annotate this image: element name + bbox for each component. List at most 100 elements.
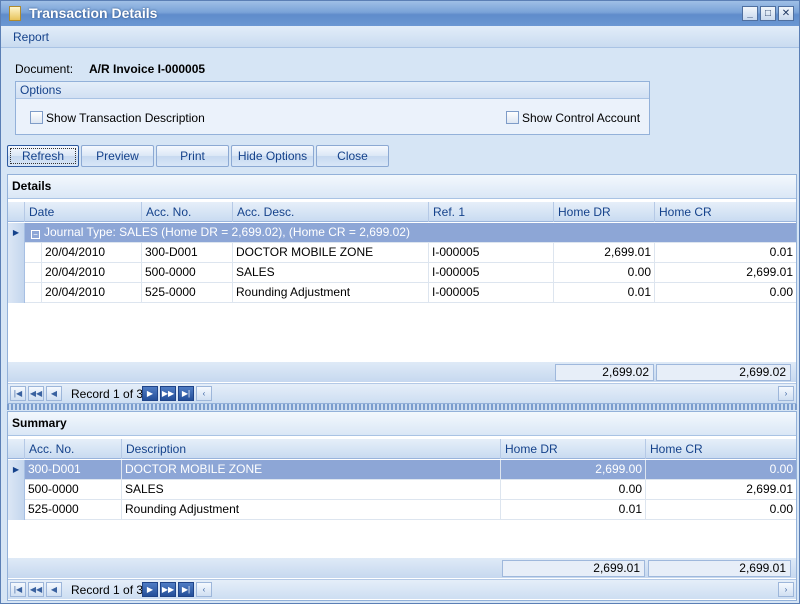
column-header-home-dr[interactable]: Home DR [501,439,646,459]
column-header-ref-1[interactable]: Ref. 1 [429,202,554,222]
column-header-acc-no[interactable]: Acc. No. [142,202,233,222]
menu-report[interactable]: Report [13,30,49,44]
summary-total-cr: 2,699.01 [648,560,791,577]
cell-home-cr: 2,699.01 [746,265,793,279]
cell-acc-no: 500-0000 [142,263,233,283]
last-record-icon[interactable]: ▶| [178,386,194,401]
cell-acc-no: 525-0000 [142,283,233,303]
row-indicator [8,500,25,520]
last-record-icon[interactable]: ▶| [178,582,194,597]
previous-record-icon[interactable]: ◀ [46,386,62,401]
cell-home-dr: 0.01 [554,283,655,303]
cell-home-cr: 0.01 [769,245,793,259]
cell-home-dr: 2,699.01 [554,243,655,263]
row-indicator [8,243,25,263]
scroll-left-icon[interactable]: ‹ [196,386,212,401]
scroll-right-icon[interactable]: › [778,582,794,597]
table-row[interactable]: 525-0000 Rounding Adjustment 0.01 0.00 [8,500,796,520]
current-row-arrow-icon: ▶ [8,460,25,480]
previous-page-icon[interactable]: ◀◀ [28,582,44,597]
show-control-account-label: Show Control Account [522,111,641,125]
column-header-date[interactable]: Date [25,202,142,222]
cell-ref-1: I-000005 [429,283,554,303]
cell-ref-1: I-000005 [429,263,554,283]
title-bar[interactable]: Transaction Details _ □ ✕ [1,1,799,26]
options-group: Options Show Transaction Description Sho… [15,81,650,135]
column-header-description[interactable]: Description [122,439,501,459]
cell-description: DOCTOR MOBILE ZONE [122,460,501,480]
details-navigator: |◀ ◀◀ ◀ Record 1 of 3 ▶ ▶▶ ▶| ‹ › [8,383,796,403]
next-page-icon[interactable]: ▶▶ [160,582,176,597]
menu-bar: Report [1,26,799,48]
group-row[interactable]: ▶ − Journal Type: SALES (Home DR = 2,699.… [8,223,796,243]
show-description-label: Show Transaction Description [46,111,205,125]
first-record-icon[interactable]: |◀ [10,582,26,597]
group-row-label: − Journal Type: SALES (Home DR = 2,699.02… [28,223,788,243]
next-record-icon[interactable]: ▶ [142,582,158,597]
previous-record-icon[interactable]: ◀ [46,582,62,597]
column-header-home-dr[interactable]: Home DR [554,202,655,222]
details-total-cr: 2,699.02 [656,364,791,381]
column-header-home-cr[interactable]: Home CR [655,202,796,222]
table-row[interactable]: 20/04/2010 500-0000 SALES I-000005 0.00 … [8,263,796,283]
cell-acc-no: 500-0000 [25,480,122,500]
column-header-acc-no[interactable]: Acc. No. [25,439,122,459]
checkbox-unchecked-icon [30,111,43,124]
group-indent [25,283,42,303]
cell-acc-no: 300-D001 [25,460,122,480]
table-row[interactable]: 20/04/2010 525-0000 Rounding Adjustment … [8,283,796,303]
hide-options-button[interactable]: Hide Options [231,145,314,167]
row-indicator-header [8,439,25,459]
summary-record-counter: Record 1 of 3 [71,583,144,597]
previous-page-icon[interactable]: ◀◀ [28,386,44,401]
group-summary-text: Journal Type: SALES (Home DR = 2,699.02)… [44,225,410,239]
cell-acc-no: 525-0000 [25,500,122,520]
close-button[interactable]: Close [316,145,389,167]
cell-date: 20/04/2010 [42,263,142,283]
group-indent [25,263,42,283]
show-description-checkbox[interactable]: Show Transaction Description [30,111,205,127]
panel-splitter[interactable] [7,404,797,410]
column-header-home-cr[interactable]: Home CR [646,439,796,459]
cell-home-cr: 2,699.01 [746,482,793,496]
show-control-account-checkbox[interactable]: Show Control Account [506,111,640,127]
document-label: Document: [15,62,74,76]
close-window-button[interactable]: ✕ [778,6,794,21]
row-indicator [8,480,25,500]
scroll-right-icon[interactable]: › [778,386,794,401]
summary-title: Summary [8,412,796,436]
column-header-acc-desc[interactable]: Acc. Desc. [233,202,429,222]
table-row[interactable]: 500-0000 SALES 0.00 2,699.01 [8,480,796,500]
cell-acc-desc: SALES [233,263,429,283]
next-page-icon[interactable]: ▶▶ [160,386,176,401]
next-record-icon[interactable]: ▶ [142,386,158,401]
document-icon [9,6,21,21]
table-row[interactable]: ▶ 300-D001 DOCTOR MOBILE ZONE 2,699.00 0… [8,460,796,480]
cell-ref-1: I-000005 [429,243,554,263]
cell-home-dr: 0.01 [501,500,646,520]
cell-date: 20/04/2010 [42,243,142,263]
cell-home-dr: 0.00 [554,263,655,283]
summary-navigator: |◀ ◀◀ ◀ Record 1 of 3 ▶ ▶▶ ▶| ‹ › [8,579,796,599]
first-record-icon[interactable]: |◀ [10,386,26,401]
maximize-button[interactable]: □ [760,6,776,21]
scroll-left-icon[interactable]: ‹ [196,582,212,597]
cell-acc-no: 300-D001 [142,243,233,263]
cell-acc-desc: DOCTOR MOBILE ZONE [233,243,429,263]
summary-grid-header: Acc. No. Description Home DR Home CR [8,439,796,459]
minimize-button[interactable]: _ [742,6,758,21]
cell-home-cr: 0.00 [769,462,793,476]
cell-home-cr: 0.00 [769,502,793,516]
collapse-icon[interactable]: − [31,230,40,239]
current-row-arrow-icon: ▶ [8,223,25,243]
details-record-counter: Record 1 of 3 [71,387,144,401]
row-indicator [8,263,25,283]
cell-description: Rounding Adjustment [122,500,501,520]
details-footer: 2,699.02 2,699.02 [8,362,796,382]
print-button[interactable]: Print [156,145,229,167]
refresh-button[interactable]: Refresh [7,145,79,167]
preview-button[interactable]: Preview [81,145,154,167]
table-row[interactable]: 20/04/2010 300-D001 DOCTOR MOBILE ZONE I… [8,243,796,263]
group-indent [25,243,42,263]
cell-home-dr: 2,699.00 [501,460,646,480]
